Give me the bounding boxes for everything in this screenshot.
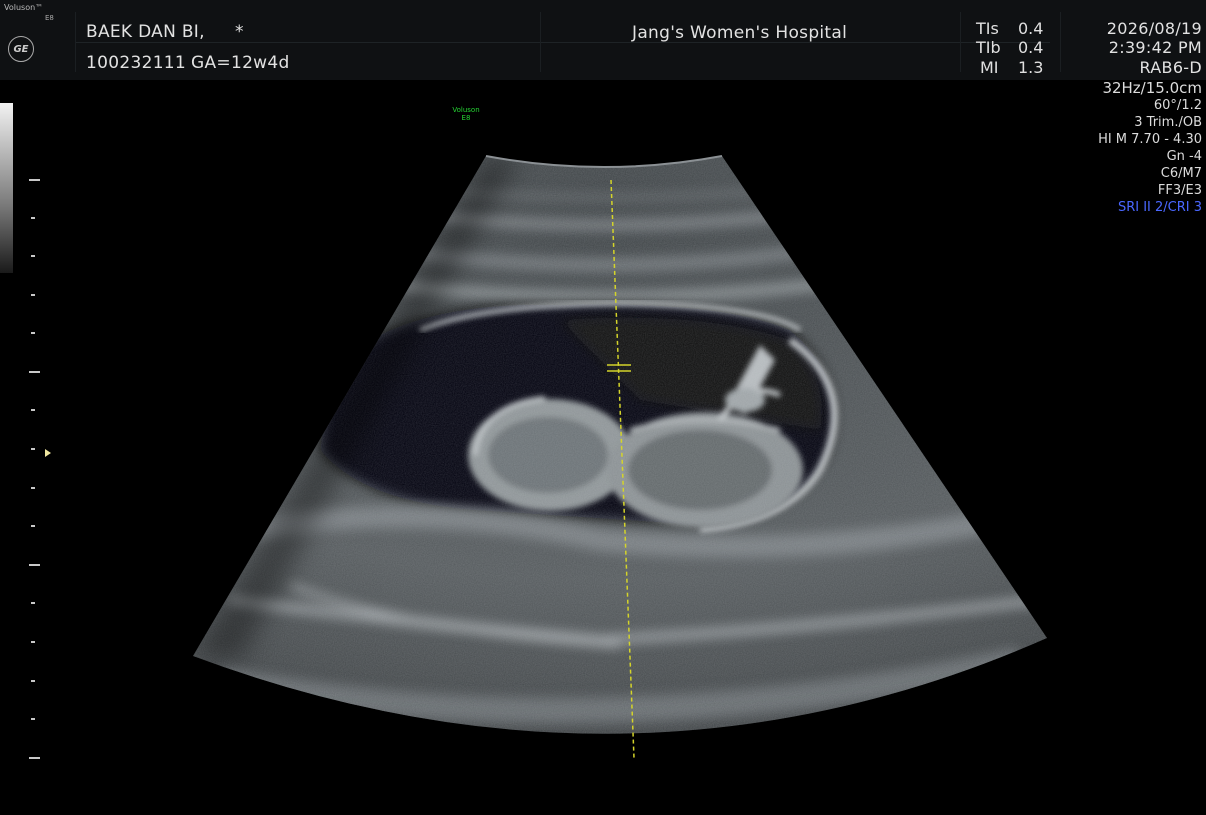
map-setting: C6/M7	[1160, 166, 1202, 181]
grey-scale-bar	[0, 103, 13, 273]
filter-setting: FF3/E3	[1157, 183, 1202, 198]
depth-tick	[31, 294, 35, 296]
orientation-label-line2: E8	[461, 114, 471, 122]
gain-value: Gn -4	[1166, 149, 1202, 164]
depth-tick	[31, 680, 35, 682]
depth-tick	[31, 525, 35, 527]
harmonic-frequency: HI M 7.70 - 4.30	[1098, 132, 1202, 147]
imaging-parameters: 32Hz/15.0cm 60°/1.2 3 Trim./OB HI M 7.70…	[1098, 80, 1202, 216]
depth-tick	[31, 448, 35, 450]
sri-cri-setting: SRI II 2/CRI 3	[1117, 200, 1202, 215]
depth-tick	[31, 409, 35, 411]
exam-preset: 3 Trim./OB	[1134, 115, 1202, 130]
sector-angle: 60°/1.2	[1153, 98, 1202, 113]
depth-tick	[31, 255, 35, 257]
orientation-label-line1: Voluson	[452, 106, 480, 114]
depth-tick	[31, 217, 35, 219]
depth-tick	[31, 718, 35, 720]
depth-tick	[31, 641, 35, 643]
ultrasound-image	[193, 155, 1047, 759]
focus-marker-icon[interactable]	[45, 449, 51, 457]
sector-scan	[193, 156, 1047, 734]
depth-tick-major	[29, 564, 40, 566]
depth-tick-major	[29, 179, 40, 181]
depth-tick	[31, 602, 35, 604]
frame-rate-depth: 32Hz/15.0cm	[1102, 79, 1202, 97]
depth-tick-major	[29, 371, 40, 373]
depth-tick	[31, 332, 35, 334]
depth-tick-major	[29, 757, 40, 759]
depth-tick	[31, 487, 35, 489]
voluson-orientation-label: Voluson E8	[446, 106, 486, 122]
